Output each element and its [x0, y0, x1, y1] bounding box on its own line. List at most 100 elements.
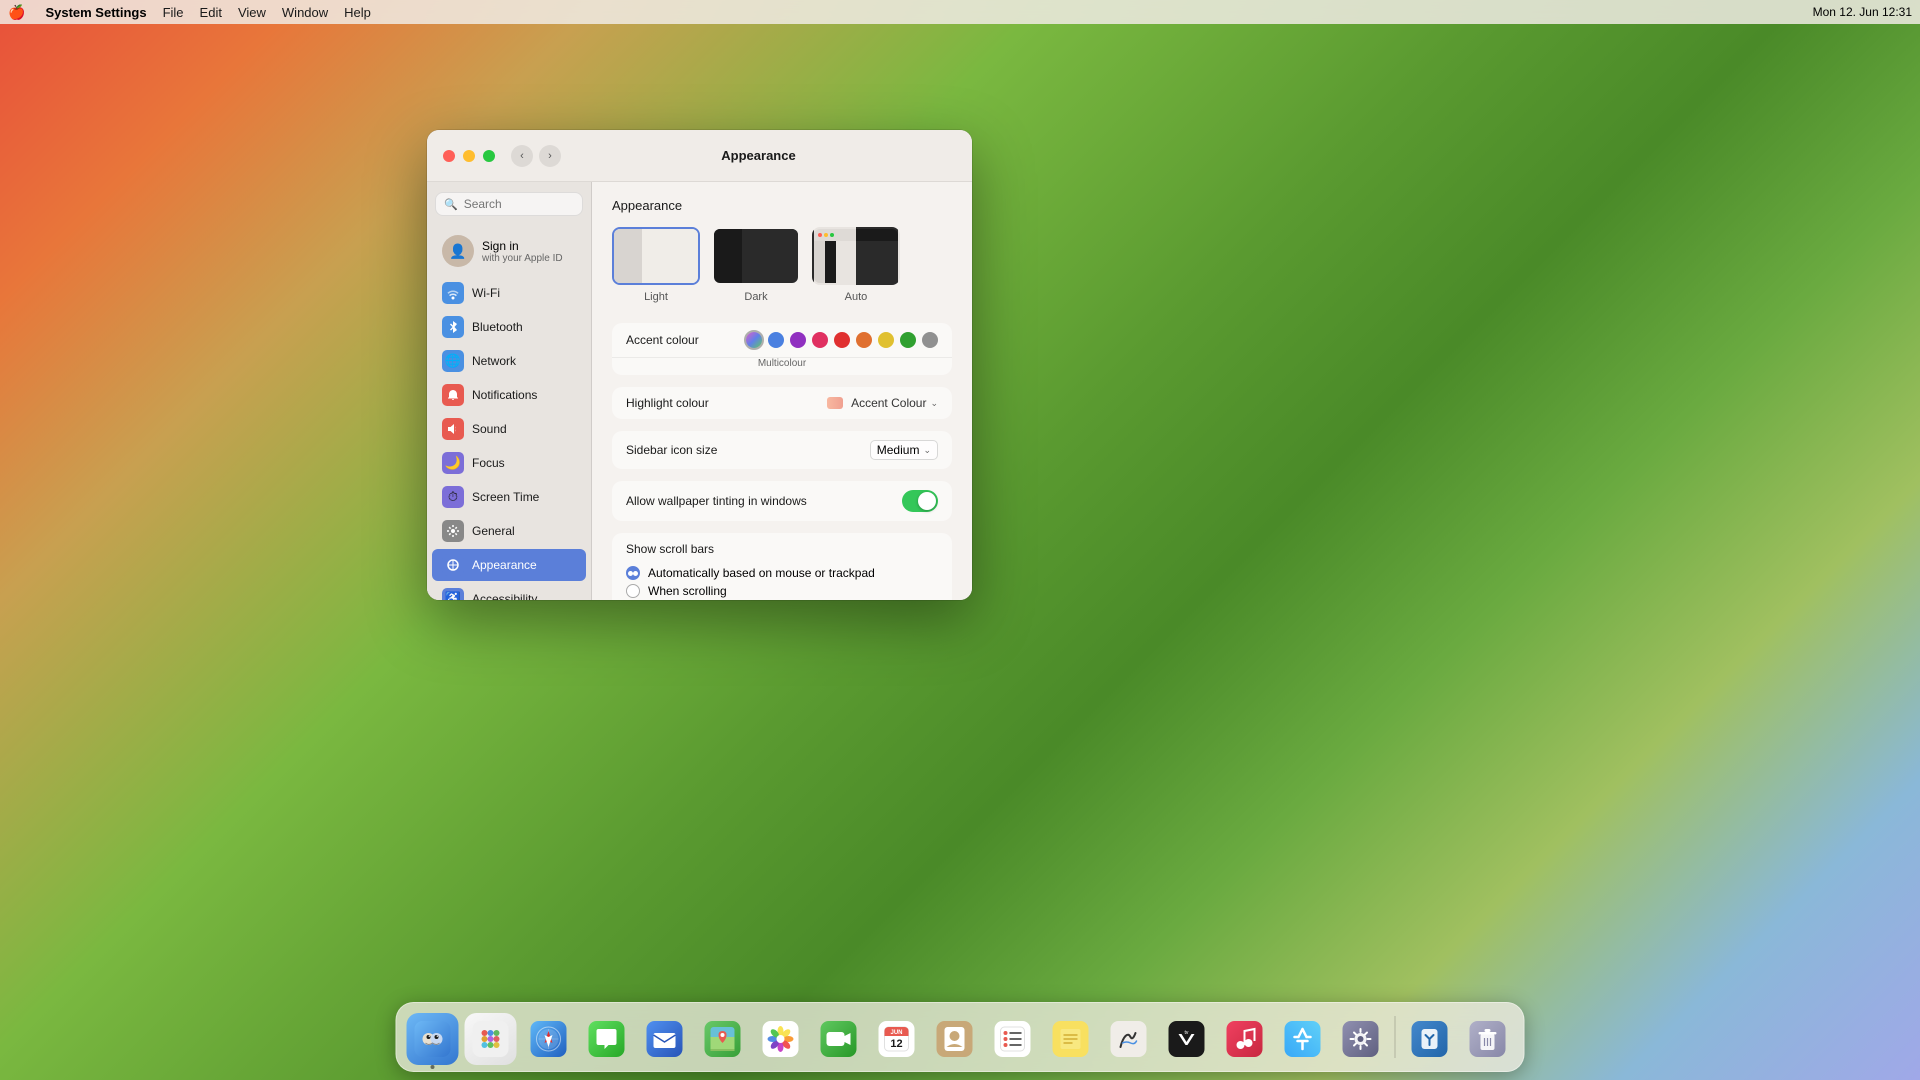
- appearance-options: Light Dark: [612, 227, 952, 303]
- search-box[interactable]: 🔍: [435, 192, 583, 216]
- accent-multicolour[interactable]: [746, 332, 762, 348]
- sidebar-item-appearance[interactable]: Appearance: [432, 549, 586, 581]
- search-icon: 🔍: [444, 198, 458, 211]
- sidebar-icon-size-dropdown[interactable]: Medium ⌄: [870, 440, 938, 460]
- menu-edit[interactable]: Edit: [200, 5, 222, 20]
- sidebar-icon-size-value: Medium: [877, 443, 920, 457]
- appearance-option-dark[interactable]: Dark: [712, 227, 800, 303]
- sidebar-label-network: Network: [472, 354, 516, 368]
- dock-item-music[interactable]: [1219, 1013, 1271, 1065]
- dock-item-notes[interactable]: [1045, 1013, 1097, 1065]
- dock-item-reminders[interactable]: [987, 1013, 1039, 1065]
- svg-text:JUN: JUN: [890, 1030, 902, 1036]
- accent-pink[interactable]: [812, 332, 828, 348]
- accent-red[interactable]: [834, 332, 850, 348]
- dock-item-maps[interactable]: [697, 1013, 749, 1065]
- minimize-button[interactable]: [463, 150, 475, 162]
- menubar-app-name[interactable]: System Settings: [45, 5, 146, 20]
- close-button[interactable]: [443, 150, 455, 162]
- menu-help[interactable]: Help: [344, 5, 371, 20]
- dock-item-photos[interactable]: [755, 1013, 807, 1065]
- accent-green[interactable]: [900, 332, 916, 348]
- highlight-swatch: [827, 397, 843, 409]
- dock-item-yoink[interactable]: [1404, 1013, 1456, 1065]
- dock-item-mail[interactable]: [639, 1013, 691, 1065]
- dock-item-calendar[interactable]: JUN 12: [871, 1013, 923, 1065]
- wallpaper-tinting-label: Allow wallpaper tinting in windows: [626, 494, 902, 508]
- scroll-bars-scrolling-label: When scrolling: [648, 584, 727, 598]
- highlight-dropdown-arrow: ⌄: [930, 398, 938, 409]
- apple-id-sub: with your Apple ID: [482, 253, 563, 264]
- dock-item-appletv[interactable]: tv: [1161, 1013, 1213, 1065]
- accent-purple[interactable]: [790, 332, 806, 348]
- sidebar-item-appleid[interactable]: 👤 Sign in with your Apple ID: [432, 227, 586, 275]
- dock-item-launchpad[interactable]: [465, 1013, 517, 1065]
- forward-button[interactable]: ›: [539, 145, 561, 167]
- dock-item-freeform[interactable]: [1103, 1013, 1155, 1065]
- sidebar-item-sound[interactable]: Sound: [432, 413, 586, 445]
- sidebar-item-focus[interactable]: 🌙 Focus: [432, 447, 586, 479]
- back-button[interactable]: ‹: [511, 145, 533, 167]
- highlight-colour-row: Highlight colour Accent Colour ⌄: [612, 387, 952, 419]
- sidebar-icon-size-row: Sidebar icon size Medium ⌄: [612, 431, 952, 469]
- notifications-icon: [442, 384, 464, 406]
- dock-item-facetime[interactable]: [813, 1013, 865, 1065]
- appearance-option-auto[interactable]: Auto: [812, 227, 900, 303]
- network-icon: 🌐: [442, 350, 464, 372]
- sidebar-item-general[interactable]: General: [432, 515, 586, 547]
- svg-text:tv: tv: [1185, 1030, 1189, 1036]
- window-body: 🔍 👤 Sign in with your Apple ID: [427, 182, 972, 600]
- sidebar-item-screentime[interactable]: ⏱ Screen Time: [432, 481, 586, 513]
- scroll-bars-auto[interactable]: Automatically based on mouse or trackpad: [626, 566, 875, 580]
- wifi-icon: [442, 282, 464, 304]
- accent-colour-label: Accent colour: [626, 333, 746, 347]
- finder-dot: [431, 1065, 435, 1069]
- dock-item-messages[interactable]: [581, 1013, 633, 1065]
- sidebar-item-notifications[interactable]: Notifications: [432, 379, 586, 411]
- dock-item-appstore[interactable]: [1277, 1013, 1329, 1065]
- appearance-label-dark: Dark: [744, 291, 767, 303]
- search-input[interactable]: [464, 197, 574, 211]
- highlight-colour-value[interactable]: Accent Colour ⌄: [827, 396, 938, 410]
- apple-id-main: Sign in: [482, 239, 563, 253]
- dock-item-syspreferences[interactable]: [1335, 1013, 1387, 1065]
- dock-item-trash[interactable]: [1462, 1013, 1514, 1065]
- sidebar-label-notifications: Notifications: [472, 388, 537, 402]
- show-scroll-bars-row: Show scroll bars Automatically based on …: [612, 533, 952, 600]
- sidebar-label-bluetooth: Bluetooth: [472, 320, 523, 334]
- accent-colours: [746, 332, 938, 348]
- sidebar-item-bluetooth[interactable]: Bluetooth: [432, 311, 586, 343]
- sidebar-label-screentime: Screen Time: [472, 490, 539, 504]
- wallpaper-tinting-toggle[interactable]: [902, 490, 938, 512]
- apple-logo-icon[interactable]: 🍎: [8, 4, 25, 21]
- accent-graphite[interactable]: [922, 332, 938, 348]
- menubar-clock: Mon 12. Jun 12:31: [1813, 5, 1912, 19]
- scroll-bars-scrolling[interactable]: When scrolling: [626, 584, 875, 598]
- sidebar-item-accessibility[interactable]: ♿ Accessibility: [432, 583, 586, 600]
- appearance-label-auto: Auto: [845, 291, 868, 303]
- appearance-preview-dark: [712, 227, 800, 285]
- accessibility-icon: ♿: [442, 588, 464, 600]
- dock-item-safari[interactable]: [523, 1013, 575, 1065]
- dock-item-finder[interactable]: [407, 1013, 459, 1065]
- accent-blue[interactable]: [768, 332, 784, 348]
- traffic-lights: [443, 150, 495, 162]
- menu-window[interactable]: Window: [282, 5, 328, 20]
- sidebar-icon-size-label: Sidebar icon size: [626, 443, 870, 457]
- appearance-option-light[interactable]: Light: [612, 227, 700, 303]
- avatar: 👤: [442, 235, 474, 267]
- dot: [824, 233, 828, 237]
- menubar: 🍎 System Settings File Edit View Window …: [0, 0, 1920, 24]
- sidebar-item-network[interactable]: 🌐 Network: [432, 345, 586, 377]
- accent-orange[interactable]: [856, 332, 872, 348]
- sidebar-label-general: General: [472, 524, 515, 538]
- dock-item-contacts[interactable]: [929, 1013, 981, 1065]
- scroll-bars-auto-label: Automatically based on mouse or trackpad: [648, 566, 875, 580]
- maximize-button[interactable]: [483, 150, 495, 162]
- sidebar-item-wifi[interactable]: Wi-Fi: [432, 277, 586, 309]
- dot: [818, 233, 822, 237]
- accent-colour-row: Accent colour: [612, 323, 952, 358]
- menu-view[interactable]: View: [238, 5, 266, 20]
- menu-file[interactable]: File: [163, 5, 184, 20]
- accent-yellow[interactable]: [878, 332, 894, 348]
